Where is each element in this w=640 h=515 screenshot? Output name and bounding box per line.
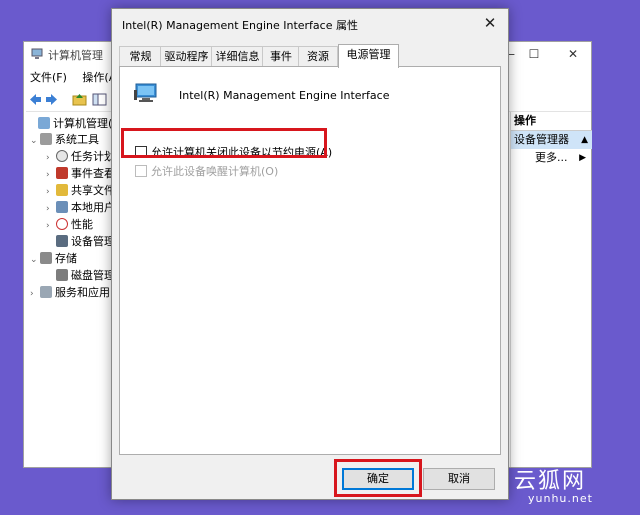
maximize-button[interactable]: ☐: [519, 44, 549, 64]
device-name: Intel(R) Management Engine Interface: [179, 89, 390, 102]
dialog-title: Intel(R) Management Engine Interface 属性: [122, 19, 358, 32]
expand-arrow-icon[interactable]: ›: [46, 201, 56, 217]
ok-button[interactable]: 确定: [342, 468, 414, 490]
power-management-panel: Intel(R) Management Engine Interface 允许计…: [119, 66, 501, 455]
expand-arrow-icon[interactable]: ›: [46, 167, 56, 183]
allow-wake-checkbox: 允许此设备唤醒计算机(O): [135, 164, 278, 180]
storage-icon: [40, 252, 52, 264]
tree-item-computer-management[interactable]: 计算机管理(本地: [28, 116, 116, 132]
tree-item-shared-folders[interactable]: › 共享文件: [46, 183, 115, 199]
expand-arrow-icon[interactable]: ›: [46, 218, 56, 234]
dialog-close-button[interactable]: ✕: [476, 11, 504, 35]
disk-management-icon: [56, 269, 68, 281]
window-title: 计算机管理: [48, 49, 103, 62]
tab-power-management[interactable]: 电源管理: [338, 44, 399, 68]
checkbox-box: [135, 165, 147, 177]
tree-label: 服务和应用: [55, 286, 110, 299]
computer-management-icon: [31, 48, 43, 59]
device-properties-dialog: Intel(R) Management Engine Interface 属性 …: [111, 8, 509, 500]
actions-more-label: 更多...: [535, 151, 568, 164]
tree-label: 计算机管理(本地: [53, 117, 116, 130]
actions-pane: 操作 设备管理器 ▲ 更多... ▶: [510, 112, 592, 467]
tree-item-services-applications[interactable]: › 服务和应用: [30, 285, 110, 301]
tree-label: 本地用户: [71, 201, 115, 214]
cancel-button[interactable]: 取消: [423, 468, 495, 490]
tree-item-event-viewer[interactable]: › 事件查看: [46, 166, 115, 182]
watermark-url: yunhu.net: [528, 492, 593, 505]
actions-device-manager-label: 设备管理器: [514, 133, 569, 146]
tree-label: 磁盘管理: [71, 269, 115, 282]
tab-details[interactable]: 详细信息: [211, 46, 264, 67]
actions-device-manager[interactable]: 设备管理器 ▲: [511, 131, 592, 149]
tree-item-disk-management[interactable]: 磁盘管理: [46, 268, 115, 284]
tree-item-device-manager[interactable]: 设备管理: [46, 234, 115, 250]
actions-more[interactable]: 更多... ▶: [511, 149, 592, 167]
watermark: 云狐网 yunhu.net: [512, 463, 632, 508]
performance-icon: [56, 218, 68, 230]
tree-item-system-tools[interactable]: ⌄ 系统工具: [30, 132, 99, 148]
collapse-up-icon[interactable]: ▲: [581, 131, 588, 149]
forward-icon[interactable]: [44, 92, 59, 107]
allow-wake-label: 允许此设备唤醒计算机(O): [151, 165, 279, 178]
tree-label: 事件查看: [71, 167, 115, 180]
tree-label: 设备管理: [71, 235, 115, 248]
tree-item-task-scheduler[interactable]: › 任务计划: [46, 149, 115, 165]
close-button[interactable]: ✕: [558, 44, 588, 64]
tree-item-local-users[interactable]: › 本地用户: [46, 200, 115, 216]
task-scheduler-icon: [56, 150, 68, 162]
tree-label: 任务计划: [71, 150, 115, 163]
submenu-arrow-icon: ▶: [579, 153, 586, 163]
computer-management-icon: [38, 117, 50, 129]
device-manager-icon: [56, 235, 68, 247]
tree-label: 共享文件: [71, 184, 115, 197]
local-users-icon: [56, 201, 68, 213]
expand-arrow-icon[interactable]: ›: [46, 150, 56, 166]
expand-arrow-icon[interactable]: ›: [30, 286, 40, 302]
tree-label: 存储: [55, 252, 77, 265]
back-icon[interactable]: [28, 92, 43, 107]
shared-folders-icon: [56, 184, 68, 196]
tree-item-performance[interactable]: › 性能: [46, 217, 93, 233]
tab-events[interactable]: 事件: [262, 46, 300, 67]
expand-arrow-icon[interactable]: ⌄: [30, 252, 40, 268]
tab-general[interactable]: 常规: [119, 46, 162, 67]
watermark-logo-text: 云狐网: [514, 469, 587, 494]
up-folder-icon[interactable]: [72, 92, 87, 107]
device-icon: [134, 83, 157, 102]
tab-resources[interactable]: 资源: [298, 46, 338, 67]
tools-icon: [40, 133, 52, 145]
tree-label: 系统工具: [55, 133, 99, 146]
event-viewer-icon: [56, 167, 68, 179]
services-icon: [40, 286, 52, 298]
expand-arrow-icon[interactable]: ⌄: [30, 133, 40, 149]
expand-arrow-icon[interactable]: ›: [46, 184, 56, 200]
navigation-tree: 计算机管理(本地 ⌄ 系统工具 › 任务计划 › 事件查看 › 共享文件 › 本地用户 ›…: [24, 112, 116, 467]
tree-label: 性能: [71, 218, 93, 231]
menu-file[interactable]: 文件(F): [30, 71, 67, 84]
actions-header: 操作: [511, 112, 592, 131]
show-hide-tree-icon[interactable]: [92, 92, 107, 107]
tree-item-storage[interactable]: ⌄ 存储: [30, 251, 77, 267]
highlight-box-checkbox: [121, 128, 327, 158]
tab-driver[interactable]: 驱动程序: [160, 46, 213, 67]
